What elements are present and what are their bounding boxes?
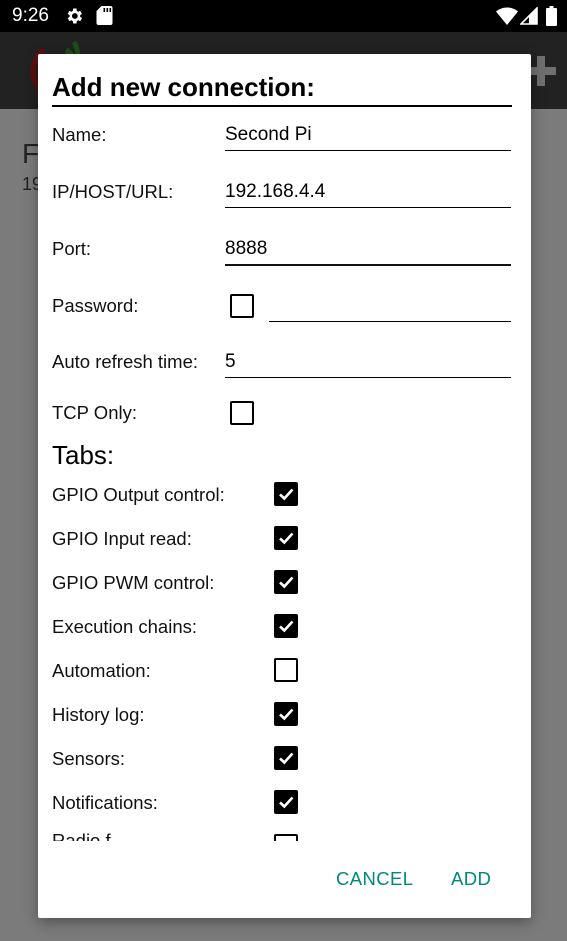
port-label: Port:: [52, 238, 92, 259]
checkmark-icon: [279, 576, 294, 589]
password-field[interactable]: [269, 291, 511, 322]
tab-sensors-label: Sensors:: [52, 748, 126, 769]
password-checkbox[interactable]: [230, 294, 254, 318]
title-divider: [52, 105, 512, 107]
dialog-title: Add new connection:: [52, 72, 315, 102]
status-time: 9:26: [12, 5, 49, 26]
add-connection-dialog: Add new connection: Name: IP/HOST/URL: P…: [38, 54, 531, 918]
tab-radio-row-cutoff: Radio f: [38, 832, 531, 841]
tab-notifications-checkbox[interactable]: [274, 790, 298, 814]
checkmark-icon: [279, 488, 294, 501]
tabs-heading: Tabs:: [52, 440, 115, 470]
password-label: Password:: [52, 295, 139, 316]
tab-notifications-label: Notifications:: [52, 792, 158, 813]
battery-icon: [546, 6, 557, 26]
tab-radio-checkbox[interactable]: [274, 834, 298, 841]
port-field[interactable]: [225, 234, 511, 266]
tab-gpio-pwm-label: GPIO PWM control:: [52, 572, 215, 593]
status-bar: 9:26: [0, 0, 567, 32]
wifi-icon: [496, 7, 518, 25]
cancel-button[interactable]: CANCEL: [336, 868, 413, 890]
tab-radio-label: Radio f: [52, 832, 111, 841]
refresh-label: Auto refresh time:: [52, 351, 199, 372]
tab-gpio-input-label: GPIO Input read:: [52, 528, 192, 549]
tab-execution-chains-label: Execution chains:: [52, 616, 198, 637]
sd-card-icon: [96, 6, 113, 25]
checkmark-icon: [279, 796, 294, 809]
host-label: IP/HOST/URL:: [52, 181, 174, 202]
tab-history-log-label: History log:: [52, 704, 145, 725]
tcp-only-checkbox[interactable]: [230, 401, 254, 425]
refresh-time-field[interactable]: [225, 347, 511, 378]
gear-icon: [67, 8, 82, 24]
tab-gpio-output-label: GPIO Output control:: [52, 484, 225, 505]
tab-automation-checkbox[interactable]: [274, 658, 298, 682]
tab-gpio-pwm-checkbox[interactable]: [274, 570, 298, 594]
name-field[interactable]: [225, 120, 511, 151]
checkmark-icon: [279, 708, 294, 721]
background-heading: F: [22, 138, 40, 169]
tab-gpio-output-checkbox[interactable]: [274, 482, 298, 506]
tab-execution-chains-checkbox[interactable]: [274, 614, 298, 638]
host-field[interactable]: [225, 177, 511, 208]
checkmark-icon: [279, 620, 294, 633]
tab-automation-label: Automation:: [52, 660, 151, 681]
checkmark-icon: [279, 532, 294, 545]
checkmark-icon: [279, 752, 294, 765]
signal-icon: [520, 7, 538, 25]
tab-sensors-checkbox[interactable]: [274, 746, 298, 770]
add-button[interactable]: ADD: [451, 868, 491, 890]
tab-gpio-input-checkbox[interactable]: [274, 526, 298, 550]
name-label: Name:: [52, 124, 107, 145]
tcp-label: TCP Only:: [52, 402, 137, 423]
tab-history-log-checkbox[interactable]: [274, 702, 298, 726]
